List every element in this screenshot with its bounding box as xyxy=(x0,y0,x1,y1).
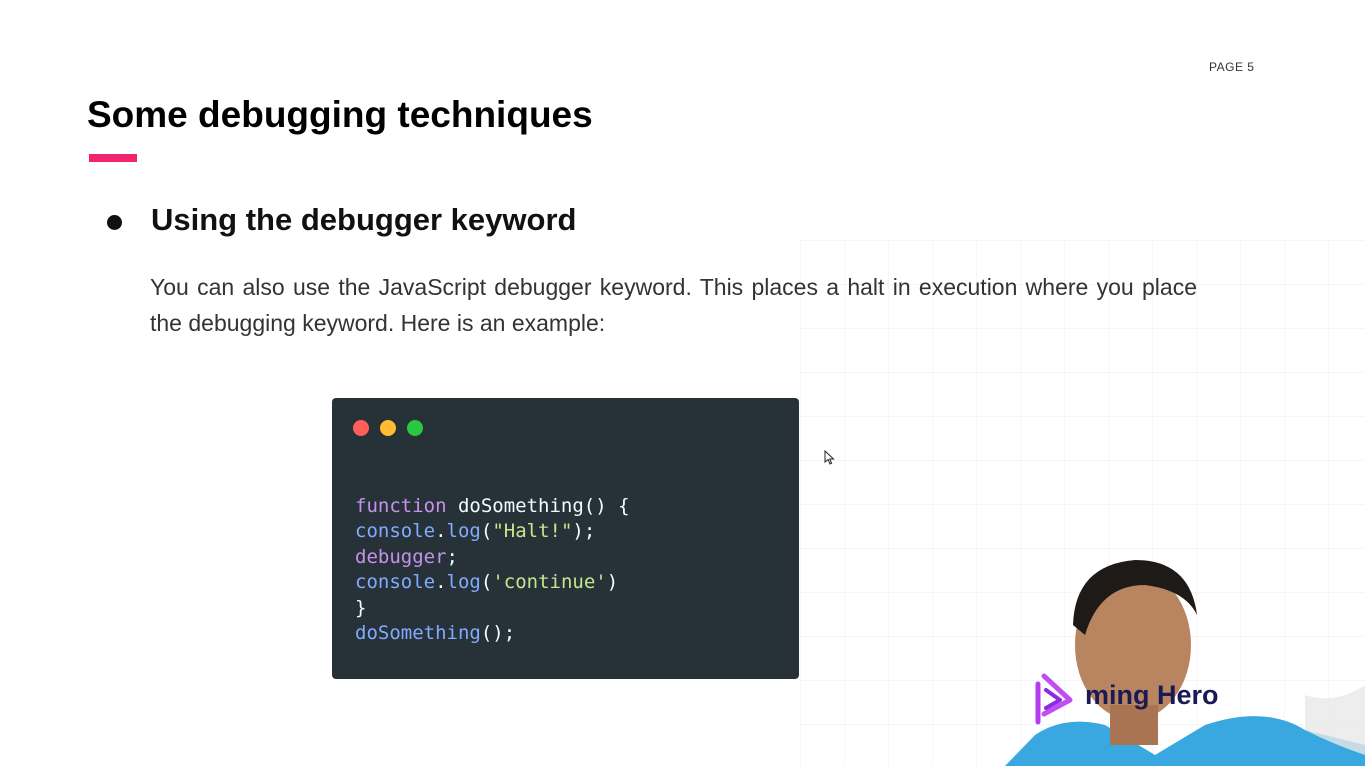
code-token: function xyxy=(355,495,447,517)
presenter-webcam xyxy=(1005,555,1365,766)
slide: PAGE 5 Some debugging techniques Using t… xyxy=(0,0,1365,766)
code-token: console xyxy=(355,520,436,543)
code-window: function doSomething() {console.log("Hal… xyxy=(332,398,799,679)
code-line: console.log('continue') xyxy=(355,570,630,595)
code-line: debugger; xyxy=(355,545,630,570)
code-token: doSomething() { xyxy=(446,495,630,517)
window-close-dot-icon xyxy=(353,420,369,436)
code-token: debugger xyxy=(355,545,447,568)
code-token: log xyxy=(446,571,481,594)
code-line: } xyxy=(355,596,630,621)
code-token: (); xyxy=(480,622,516,645)
code-token: "Halt!" xyxy=(492,520,573,543)
mouse-pointer-icon xyxy=(824,450,835,465)
brand-name: ming Hero xyxy=(1085,680,1219,710)
code-token: doSomething xyxy=(355,622,481,645)
page-number: PAGE 5 xyxy=(1209,60,1255,74)
code-token: console xyxy=(355,571,436,594)
code-line: console.log("Halt!"); xyxy=(355,519,630,544)
code-token: ( xyxy=(480,571,493,594)
slide-title: Some debugging techniques xyxy=(87,94,593,135)
code-token: } xyxy=(355,596,367,619)
bullet-icon xyxy=(107,215,122,230)
bullet-heading: Using the debugger keyword xyxy=(151,202,577,237)
code-line: doSomething(); xyxy=(355,621,630,646)
code-token: ( xyxy=(480,520,493,543)
title-accent-bar xyxy=(89,154,137,162)
description-paragraph: You can also use the JavaScript debugger… xyxy=(150,274,1197,336)
code-token: ; xyxy=(446,545,458,568)
code-token: ) xyxy=(606,571,619,594)
code-line: function doSomething() { xyxy=(355,494,630,519)
code-token: 'continue' xyxy=(492,571,607,594)
window-minimize-dot-icon xyxy=(380,420,396,436)
code-token: . xyxy=(435,571,447,594)
code-block: function doSomething() {console.log("Hal… xyxy=(355,494,630,646)
code-token: ); xyxy=(572,520,596,543)
window-maximize-dot-icon xyxy=(407,420,423,436)
code-token: log xyxy=(446,520,481,543)
play-logo-icon xyxy=(1035,673,1073,725)
code-token: . xyxy=(435,520,447,543)
